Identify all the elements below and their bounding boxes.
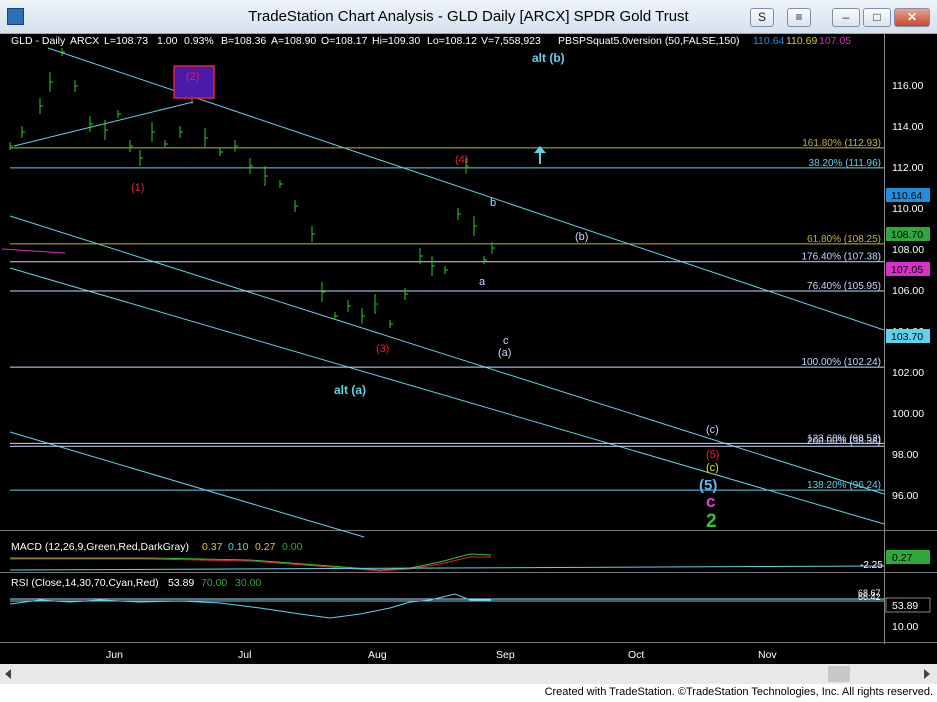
net-change: 1.00 [157,35,178,47]
price-axis-label: 106.00 [892,285,924,297]
price-axis-label: 112.00 [892,162,923,174]
symbol-label: GLD - Daily [11,35,66,47]
high-price: Hi=109.30 [372,35,420,47]
fib-level-label: 61.80% (108.25) [807,234,881,245]
time-label-aug: Aug [368,649,387,661]
price-tag-label: 110.64 [891,190,922,202]
price-axis-label: 108.00 [892,244,924,256]
wave-label-5-red: (5) [706,449,719,461]
wave-label-3: (3) [376,343,389,355]
minimize-button[interactable]: – [832,8,860,27]
rsi-value-1: 53.89 [168,577,194,589]
price-axis-label: 114.00 [892,121,923,133]
fib-level-label: 200.00% (98.38) [807,436,881,447]
copyright-text: Created with TradeStation. ©TradeStation… [544,686,933,698]
open-price: O=108.17 [321,35,368,47]
price-axis-label: 100.00 [892,408,924,420]
low-price: Lo=108.12 [427,35,477,47]
macd-tag: 0.27 [892,552,913,564]
rsi-label: RSI (Close,14,30,70,Cyan,Red) [11,577,159,589]
time-label-jun: Jun [106,649,123,661]
wave-label-c-magenta: c [706,492,715,511]
wave-label-2: (2) [186,71,199,83]
price-tag-label: 108.70 [891,229,923,241]
wave-label-alt-b: alt (b) [532,51,565,65]
fib-level-label: 38.20% (111.96) [809,158,881,169]
menu-button[interactable]: ≡ [787,8,811,27]
fib-level-label: 76.40% (105.95) [807,281,881,292]
macd-axis-label: -2.25 [860,560,883,571]
wave-label-1: (1) [131,182,144,194]
wave-label-2-green: 2 [706,511,717,532]
rsi-axis-c: 10.00 [892,621,918,633]
scrollbar-thumb [828,666,850,682]
wave-label-c-yellow: (c) [706,462,719,474]
bid-price: B=108.36 [221,35,266,47]
close-button[interactable]: ✕ [894,8,930,27]
volume: V=7,558,923 [481,35,541,47]
rsi-axis-b: 66.42 [858,592,881,602]
fib-level-label: 100.00% (102.24) [801,357,881,368]
rsi-value-2: 70.00 [201,577,227,589]
wave-label-c: c [503,335,509,347]
wave-label-b: b [490,197,496,209]
macd-label: MACD (12,26,9,Green,Red,DarkGray) [11,541,189,553]
symbol-link-button[interactable]: S [750,8,774,27]
wave-label-4: (4) [455,154,468,166]
time-label-nov: Nov [758,649,777,661]
indicator-value-3: 107.05 [819,35,851,47]
fib-level-label: 176.40% (107.38) [801,252,881,263]
wave-label-a: a [479,276,486,288]
footer: Created with TradeStation. ©TradeStation… [0,684,937,702]
ask-price: A=108.90 [271,35,316,47]
title-bar: TradeStation Chart Analysis - GLD Daily … [0,0,937,34]
indicator-value-1: 110.64 [753,35,784,47]
last-price: L=108.73 [104,35,148,47]
price-tag-label: 107.05 [891,264,923,276]
maximize-button[interactable]: □ [863,8,891,27]
indicator-label: PBSPSquat5.0version (50,FALSE,150) [558,35,740,47]
horizontal-scrollbar[interactable] [0,664,937,684]
wave-label-paren-a: (a) [498,347,511,359]
percent-change: 0.93% [184,35,214,47]
price-axis-label: 102.00 [892,367,924,379]
chart-header: GLD - Daily ARCX L=108.73 1.00 0.93% B=1… [11,35,851,47]
fib-level-label: 138.20% (96.24) [807,480,881,491]
fib-level-label: 161.80% (112.93) [802,138,881,149]
price-tag-label: 103.70 [891,331,923,343]
chart-area[interactable]: GLD - Daily ARCX L=108.73 1.00 0.93% B=1… [0,34,937,684]
wave-label-paren-c: (c) [706,424,719,436]
macd-value-4: 0.00 [282,541,303,553]
time-label-sep: Sep [496,649,515,661]
price-axis-label: 98.00 [892,449,918,461]
macd-value-3: 0.27 [255,541,276,553]
macd-value-2: 0.10 [228,541,249,553]
exchange-label: ARCX [70,35,99,47]
chart-canvas[interactable]: GLD - Daily ARCX L=108.73 1.00 0.93% B=1… [0,34,937,684]
time-label-oct: Oct [628,649,644,661]
price-axis-label: 110.00 [892,203,923,215]
price-axis-label: 116.00 [892,80,923,92]
indicator-value-2: 110.69 [786,35,817,47]
wave-label-paren-b: (b) [575,231,588,243]
price-axis-label: 96.00 [892,490,918,502]
macd-value-1: 0.37 [202,541,223,553]
rsi-value-3: 30.00 [235,577,261,589]
time-label-jul: Jul [238,649,251,661]
rsi-tag: 53.89 [892,600,918,612]
wave-label-alt-a: alt (a) [334,383,366,397]
